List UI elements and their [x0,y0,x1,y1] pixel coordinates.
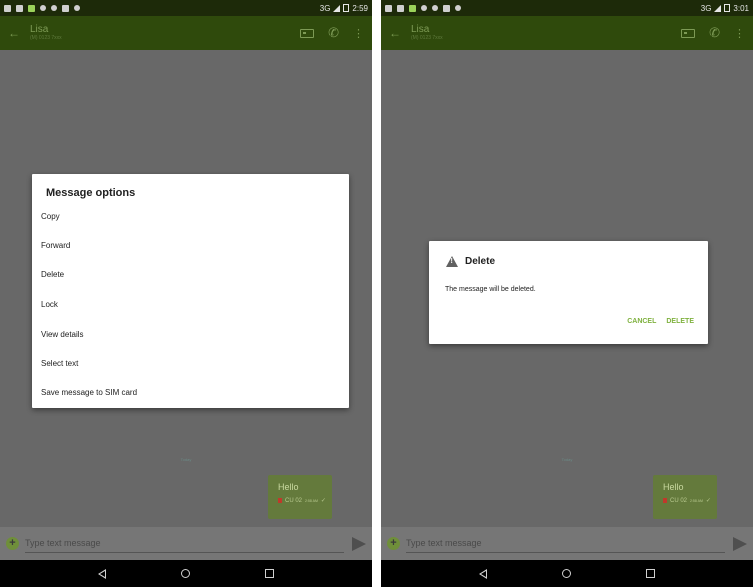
wifi-icon [432,5,438,11]
status-right: 3G 3:01 [701,4,749,13]
delivered-check-icon: ✓ [705,498,711,504]
dialog-message: The message will be deleted. [445,286,536,293]
status-time: 3:01 [733,3,749,13]
notification-icon [16,4,23,12]
date-divider: Today [0,457,372,462]
delivered-check-icon: ✓ [320,498,326,504]
status-bar: 3G 2:59 [0,0,372,16]
nav-back-icon[interactable] [478,568,487,579]
dialog-title: Delete [465,256,496,267]
location-icon [74,5,80,11]
usb-icon [40,5,46,11]
add-icon[interactable]: + [387,537,400,550]
notification-icon [443,4,450,12]
option-select-text[interactable]: Select text [41,359,78,368]
conversation-toolbar: ← Lisa (M) 0123 7xxx ✆ ⋮ [0,16,372,50]
contact-info[interactable]: Lisa (M) 0123 7xxx [30,24,62,42]
sim-icon [278,498,282,503]
composer: + [381,527,753,560]
network-type: 3G [319,3,331,13]
option-lock[interactable]: Lock [41,300,58,309]
toolbar-actions: ✆ ⋮ [300,25,364,41]
more-vert-icon[interactable]: ⋮ [353,27,364,40]
message-sim-label: CU 02 [285,497,303,504]
notification-icon [397,4,404,12]
notification-icon [28,4,35,12]
message-text: Hello [663,482,684,492]
option-forward[interactable]: Forward [41,241,70,250]
phone-call-icon[interactable]: ✆ [328,25,339,41]
message-time: 2:58 AM [690,498,703,503]
message-options-dialog: Message options Copy Forward Delete Lock… [32,174,349,408]
contact-card-icon[interactable] [300,28,315,38]
cancel-button[interactable]: CANCEL [627,318,656,325]
status-time: 2:59 [352,3,368,13]
notification-icons [385,4,461,12]
message-text: Hello [278,482,299,492]
notification-icon [385,4,392,12]
date-divider-label: Today [180,457,192,462]
nav-recents-icon[interactable] [646,569,656,578]
contact-name: Lisa [411,24,430,35]
back-arrow-icon[interactable]: ← [389,26,411,40]
contact-name: Lisa [30,24,49,35]
notification-icon [62,4,69,12]
dialog-title: Message options [46,187,136,199]
message-sim-label: CU 02 [670,497,688,504]
signal-icon [333,4,341,12]
navigation-bar [381,560,753,587]
option-copy[interactable]: Copy [41,212,60,221]
composer: + [0,527,372,560]
add-icon[interactable]: + [6,537,19,550]
phone-call-icon[interactable]: ✆ [709,25,720,41]
dialog-header: Delete [446,256,495,267]
contact-info[interactable]: Lisa (M) 0123 7xxx [411,24,443,42]
usb-icon [421,5,427,11]
send-icon[interactable] [733,536,747,551]
nav-home-icon[interactable] [180,569,190,578]
message-meta: CU 02 2:58 AM ✓ [278,497,332,504]
message-input[interactable] [25,534,344,553]
signal-icon [714,4,722,12]
date-divider: Today [381,457,753,462]
navigation-bar [0,560,372,587]
send-icon[interactable] [352,536,366,551]
conversation-toolbar: ← Lisa (M) 0123 7xxx ✆ ⋮ [381,16,753,50]
message-meta: CU 02 2:58 AM ✓ [663,497,717,504]
contact-number: (M) 0123 7xxx [30,35,62,41]
nav-home-icon[interactable] [561,569,571,578]
message-bubble[interactable]: Hello CU 02 2:58 AM ✓ [653,475,717,519]
option-save-to-sim[interactable]: Save message to SIM card [41,388,137,397]
contact-card-icon[interactable] [681,28,696,38]
option-view-details[interactable]: View details [41,330,84,339]
delete-confirm-dialog: Delete The message will be deleted. CANC… [429,241,708,344]
status-right: 3G 2:59 [320,4,368,13]
contact-number: (M) 0123 7xxx [411,35,443,41]
battery-icon [724,4,731,12]
date-divider-label: Today [561,457,573,462]
message-bubble[interactable]: Hello CU 02 2:58 AM ✓ [268,475,332,519]
back-arrow-icon[interactable]: ← [8,26,30,40]
message-time: 2:58 AM [305,498,318,503]
wifi-icon [51,5,57,11]
option-delete[interactable]: Delete [41,270,64,279]
sim-icon [663,498,667,503]
dialog-actions: CANCEL DELETE [627,318,694,325]
battery-icon [343,4,350,12]
delete-button[interactable]: DELETE [666,318,694,325]
warning-icon [446,256,458,267]
nav-recents-icon[interactable] [265,569,275,578]
network-type: 3G [700,3,712,13]
phone-screen-delete-confirm: 3G 3:01 ← Lisa (M) 0123 7xxx ✆ ⋮ Today H… [381,0,753,587]
toolbar-actions: ✆ ⋮ [681,25,745,41]
notification-icons [4,4,80,12]
location-icon [455,5,461,11]
phone-screen-message-options: 3G 2:59 ← Lisa (M) 0123 7xxx ✆ ⋮ Today H… [0,0,372,587]
notification-icon [4,4,11,12]
nav-back-icon[interactable] [97,568,106,579]
notification-icon [409,4,416,12]
status-bar: 3G 3:01 [381,0,753,16]
more-vert-icon[interactable]: ⋮ [734,27,745,40]
message-input[interactable] [406,534,725,553]
